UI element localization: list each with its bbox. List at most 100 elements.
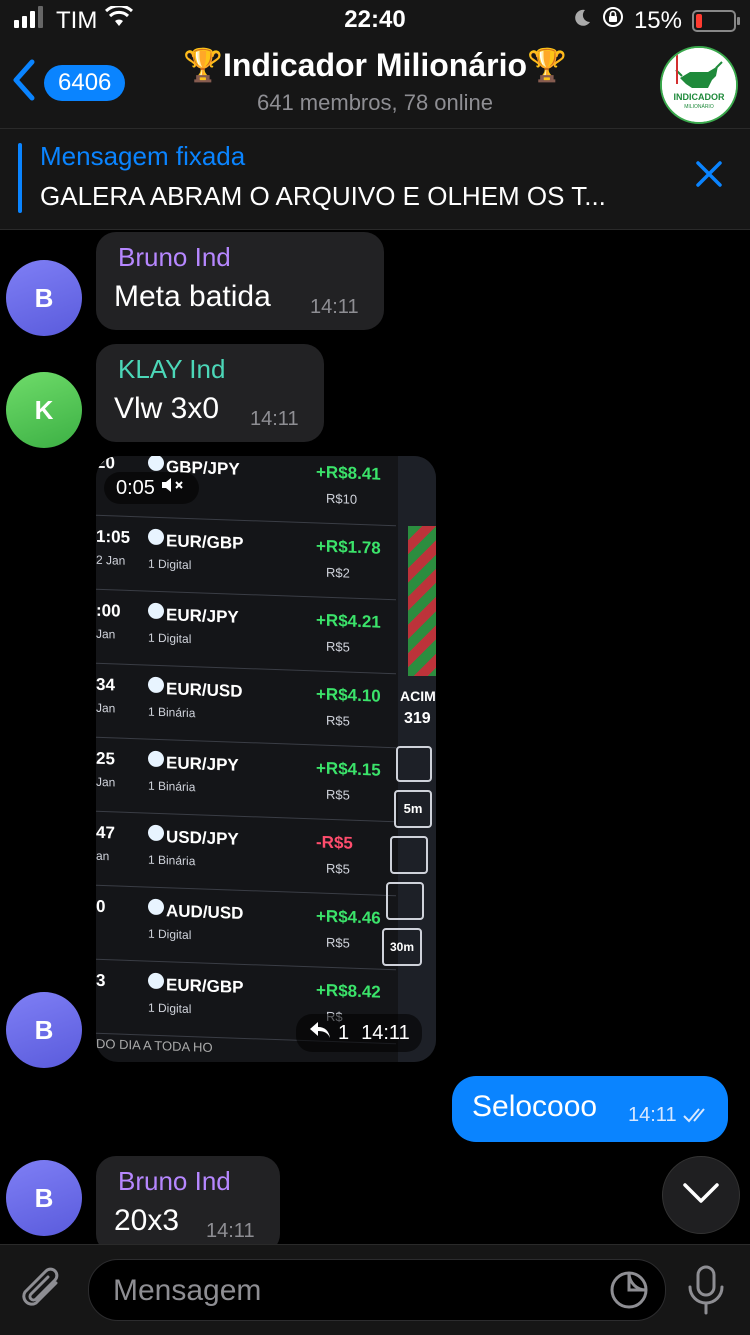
currency-flag-icon	[148, 824, 164, 842]
chat-subtitle: 641 membros, 78 online	[256, 90, 494, 115]
currency-flag-icon	[148, 602, 164, 620]
trade-date: Jan	[96, 626, 116, 642]
trade-pair: USD/JPY	[166, 827, 239, 849]
currency-flag-icon	[148, 972, 164, 990]
video-message[interactable]: 20 GBP/JPY +R$8.41 R$10 1:05 2 Jan EUR/GBP 1 Di…	[96, 456, 436, 1062]
trade-profit: +R$4.10	[316, 684, 381, 706]
pencil-icon	[390, 836, 428, 874]
message-time: 14:11	[628, 1104, 677, 1126]
currency-flag-icon	[148, 676, 164, 694]
close-icon[interactable]	[694, 159, 724, 194]
pinned-text: GALERA ABRAM O ARQUIVO E OLHEM OS T...	[40, 181, 606, 211]
trade-pair: EUR/JPY	[166, 605, 239, 627]
chat-header: 6406 🏆Indicador Milionário🏆 641 membros,…	[0, 40, 750, 128]
trade-time: 47	[96, 822, 115, 843]
avatar[interactable]: B	[6, 992, 82, 1068]
trade-type: 1 Digital	[148, 630, 192, 647]
trade-date: Jan	[96, 700, 116, 716]
trade-type: 1 Digital	[148, 926, 192, 943]
trade-stake: R$10	[326, 490, 358, 507]
trade-type: 1 Binária	[148, 852, 196, 869]
double-check-icon	[682, 1106, 714, 1129]
trade-type: 1 Binária	[148, 778, 196, 795]
avatar[interactable]: K	[6, 372, 82, 448]
message-field[interactable]	[88, 1259, 666, 1321]
trade-date: an	[96, 848, 110, 864]
muted-speaker-icon[interactable]	[161, 476, 187, 500]
message-text: Vlw 3x0	[114, 392, 220, 425]
outgoing-message-bubble[interactable]: Selocooo 14:11	[452, 1076, 728, 1142]
message-bubble[interactable]: KLAY Ind Vlw 3x0 14:11	[96, 344, 324, 442]
trade-profit: +R$8.42	[316, 980, 381, 1002]
trade-date: 2 Jan	[96, 552, 126, 568]
message-time: 14:11	[206, 1220, 255, 1242]
message-bubble[interactable]: Bruno Ind Meta batida 14:11	[96, 232, 384, 330]
sender-name[interactable]: KLAY Ind	[118, 354, 225, 385]
trade-row: 34 Jan EUR/USD 1 Binária +R$4.10 R$5	[96, 662, 396, 749]
currency-flag-icon	[148, 528, 164, 546]
trade-pair: EUR/USD	[166, 679, 243, 701]
trade-profit: +R$4.15	[316, 758, 381, 780]
trade-type: 1 Digital	[148, 556, 192, 573]
trade-time: 1:05	[96, 526, 131, 547]
sticker-icon[interactable]	[609, 1270, 649, 1315]
message-text: Selocooo	[472, 1090, 598, 1123]
trade-row: 25 Jan EUR/JPY 1 Binária +R$4.15 R$5	[96, 736, 396, 823]
trade-type: 1 Binária	[148, 704, 196, 721]
message-composer	[0, 1244, 750, 1335]
sender-name[interactable]: Bruno Ind	[118, 242, 231, 273]
message-text: 20x3	[114, 1204, 180, 1237]
trade-date: Jan	[96, 774, 116, 790]
battery-percent: 15%	[633, 6, 682, 34]
trade-stake: R$5	[326, 860, 350, 877]
pinned-indicator	[18, 143, 22, 213]
trade-profit: +R$8.41	[316, 462, 381, 484]
trade-pair: EUR/GBP	[166, 975, 244, 997]
channel-avatar[interactable]: INDICADOR MILIONÁRIO	[660, 46, 738, 124]
message-time: 14:11	[310, 296, 359, 318]
trade-time: :00	[96, 600, 121, 621]
trade-time: 3	[96, 970, 106, 991]
pinned-title: Mensagem fixada	[40, 141, 246, 171]
sender-name[interactable]: Bruno Ind	[118, 1166, 231, 1197]
trade-time: 25	[96, 748, 115, 769]
side-label: ACIM	[400, 688, 436, 704]
trade-time: 34	[96, 674, 115, 695]
trade-stake: R$5	[326, 712, 350, 729]
chevron-down-icon	[681, 1181, 721, 1210]
message-bubble[interactable]: Bruno Ind 20x3 14:11	[96, 1156, 280, 1254]
trade-profit: +R$4.46	[316, 906, 381, 928]
video-duration: 0:05	[104, 472, 199, 504]
trade-stake: R$5	[326, 934, 350, 951]
reply-icon	[308, 1020, 332, 1046]
message-text: Meta batida	[114, 280, 271, 313]
chat-title[interactable]: 🏆Indicador Milionário🏆	[0, 46, 750, 84]
svg-text:MILIONÁRIO: MILIONÁRIO	[684, 103, 714, 110]
paperclip-icon[interactable]	[18, 1263, 66, 1322]
trade-pair: EUR/GBP	[166, 531, 244, 553]
video-footer-text: DO DIA A TODA HO	[96, 1035, 213, 1056]
message-input[interactable]	[111, 1270, 595, 1312]
trade-row: :00 Jan EUR/JPY 1 Digital +R$4.21 R$5	[96, 588, 396, 675]
reply-info[interactable]: 1 14:11	[296, 1014, 422, 1052]
trade-type: 1 Digital	[148, 1000, 192, 1017]
trade-profit: -R$5	[316, 832, 353, 853]
reply-count: 1	[338, 1021, 350, 1044]
timeframe-5m: 5m	[394, 790, 432, 828]
avatar[interactable]: B	[6, 1160, 82, 1236]
trade-time: 0	[96, 896, 106, 917]
timeframe-30m: 30m	[382, 928, 422, 966]
microphone-icon[interactable]	[686, 1265, 726, 1322]
moon-icon	[572, 7, 592, 35]
pinned-message[interactable]: Mensagem fixada GALERA ABRAM O ARQUIVO E…	[0, 128, 750, 230]
avatar[interactable]: B	[6, 260, 82, 336]
trade-stake: R$2	[326, 564, 350, 581]
trade-profit: +R$4.21	[316, 610, 381, 632]
rotation-lock-icon	[602, 6, 624, 35]
scroll-to-bottom-button[interactable]	[662, 1156, 740, 1234]
indicator-icon	[386, 882, 424, 920]
trade-row: 47 an USD/JPY 1 Binária -R$5 R$5	[96, 810, 396, 897]
chart-tool-icon	[396, 746, 432, 782]
duration-label: 0:05	[116, 476, 155, 499]
currency-flag-icon	[148, 898, 164, 916]
